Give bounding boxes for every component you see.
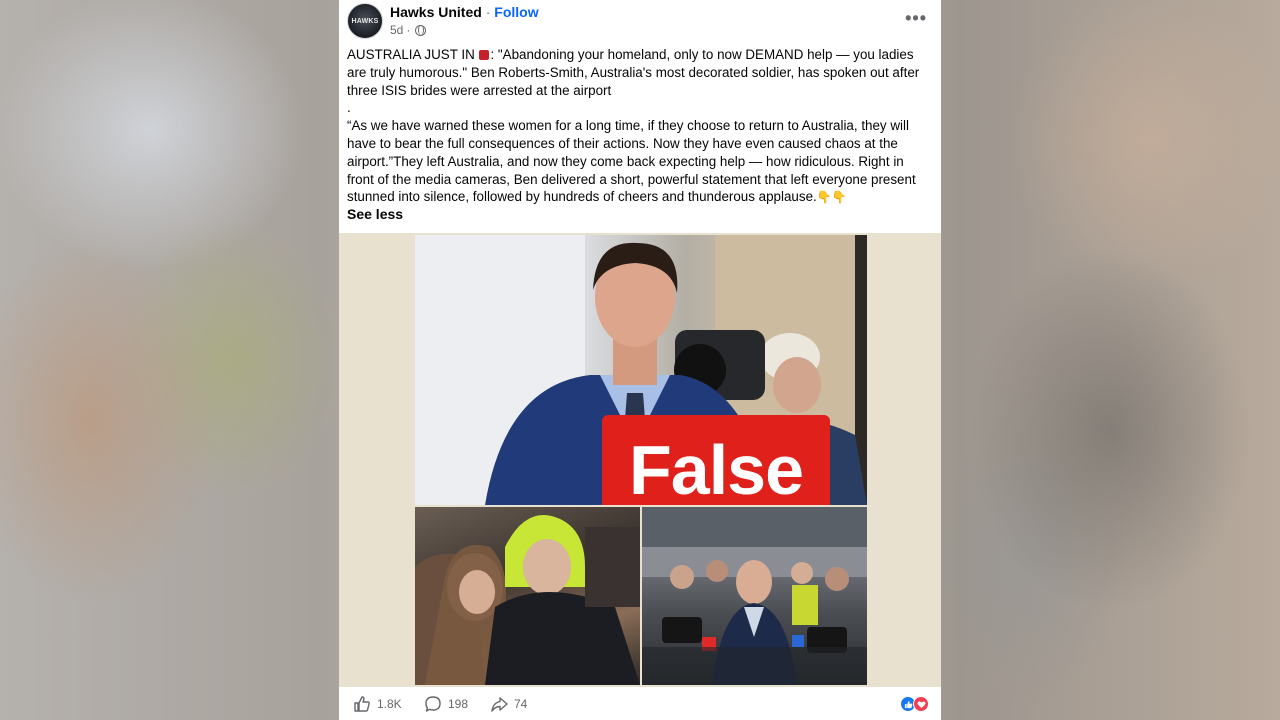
globe-icon (415, 24, 427, 36)
post-media[interactable]: False (339, 233, 941, 687)
see-less-link[interactable]: See less (347, 206, 403, 222)
separator-dot: · (406, 23, 411, 37)
thumbs-up-icon (354, 696, 370, 712)
share-count: 74 (514, 697, 528, 711)
more-options-icon[interactable]: ••• (905, 8, 927, 29)
love-reaction-icon (913, 696, 929, 712)
photo-media-scrum-drawing (642, 507, 867, 685)
page-name-line: Hawks United · Follow (390, 4, 539, 20)
post-footer: 1.8K 198 74 (339, 688, 941, 720)
post-dot-line: . (347, 100, 351, 116)
flag-emoji-icon (479, 50, 490, 60)
pointing-down-emoji-icon: 👇👇 (816, 190, 847, 205)
reactions-summary[interactable] (900, 696, 929, 712)
share-stat[interactable]: 74 (490, 695, 527, 713)
separator-dot: · (485, 4, 491, 20)
post-paragraph-1: AUSTRALIA JUST IN : "Abandoning your hom… (347, 46, 932, 99)
post-meta: 5d · (390, 23, 427, 37)
post-paragraph-2: “As we have warned these women for a lon… (347, 117, 932, 207)
post-paragraph-1-start: AUSTRALIA JUST IN (347, 47, 479, 62)
photo-arrest-crowd-drawing (415, 515, 640, 685)
follow-button[interactable]: Follow (494, 4, 538, 20)
share-arrow-icon (491, 697, 508, 712)
post-header: HAWKS Hawks United · Follow 5d · ••• (339, 0, 941, 44)
post-text: AUSTRALIA JUST IN : "Abandoning your hom… (347, 46, 932, 207)
photo-media-scrum[interactable] (642, 507, 867, 685)
avatar-logo-text: HAWKS (351, 17, 379, 25)
page-name[interactable]: Hawks United (390, 4, 482, 20)
comment-bubble-icon (425, 696, 441, 712)
photo-man-in-suit[interactable]: False (415, 235, 867, 505)
post-age[interactable]: 5d (390, 23, 403, 37)
false-rating-label: False (602, 415, 830, 505)
like-count: 1.8K (377, 697, 402, 711)
comment-count: 198 (448, 697, 469, 711)
facebook-post: HAWKS Hawks United · Follow 5d · ••• AUS… (339, 0, 941, 720)
page-avatar[interactable]: HAWKS (347, 3, 383, 39)
comment-stat[interactable]: 198 (424, 695, 468, 713)
like-stat[interactable]: 1.8K (353, 695, 402, 713)
photo-arrest-crowd[interactable] (415, 507, 640, 685)
